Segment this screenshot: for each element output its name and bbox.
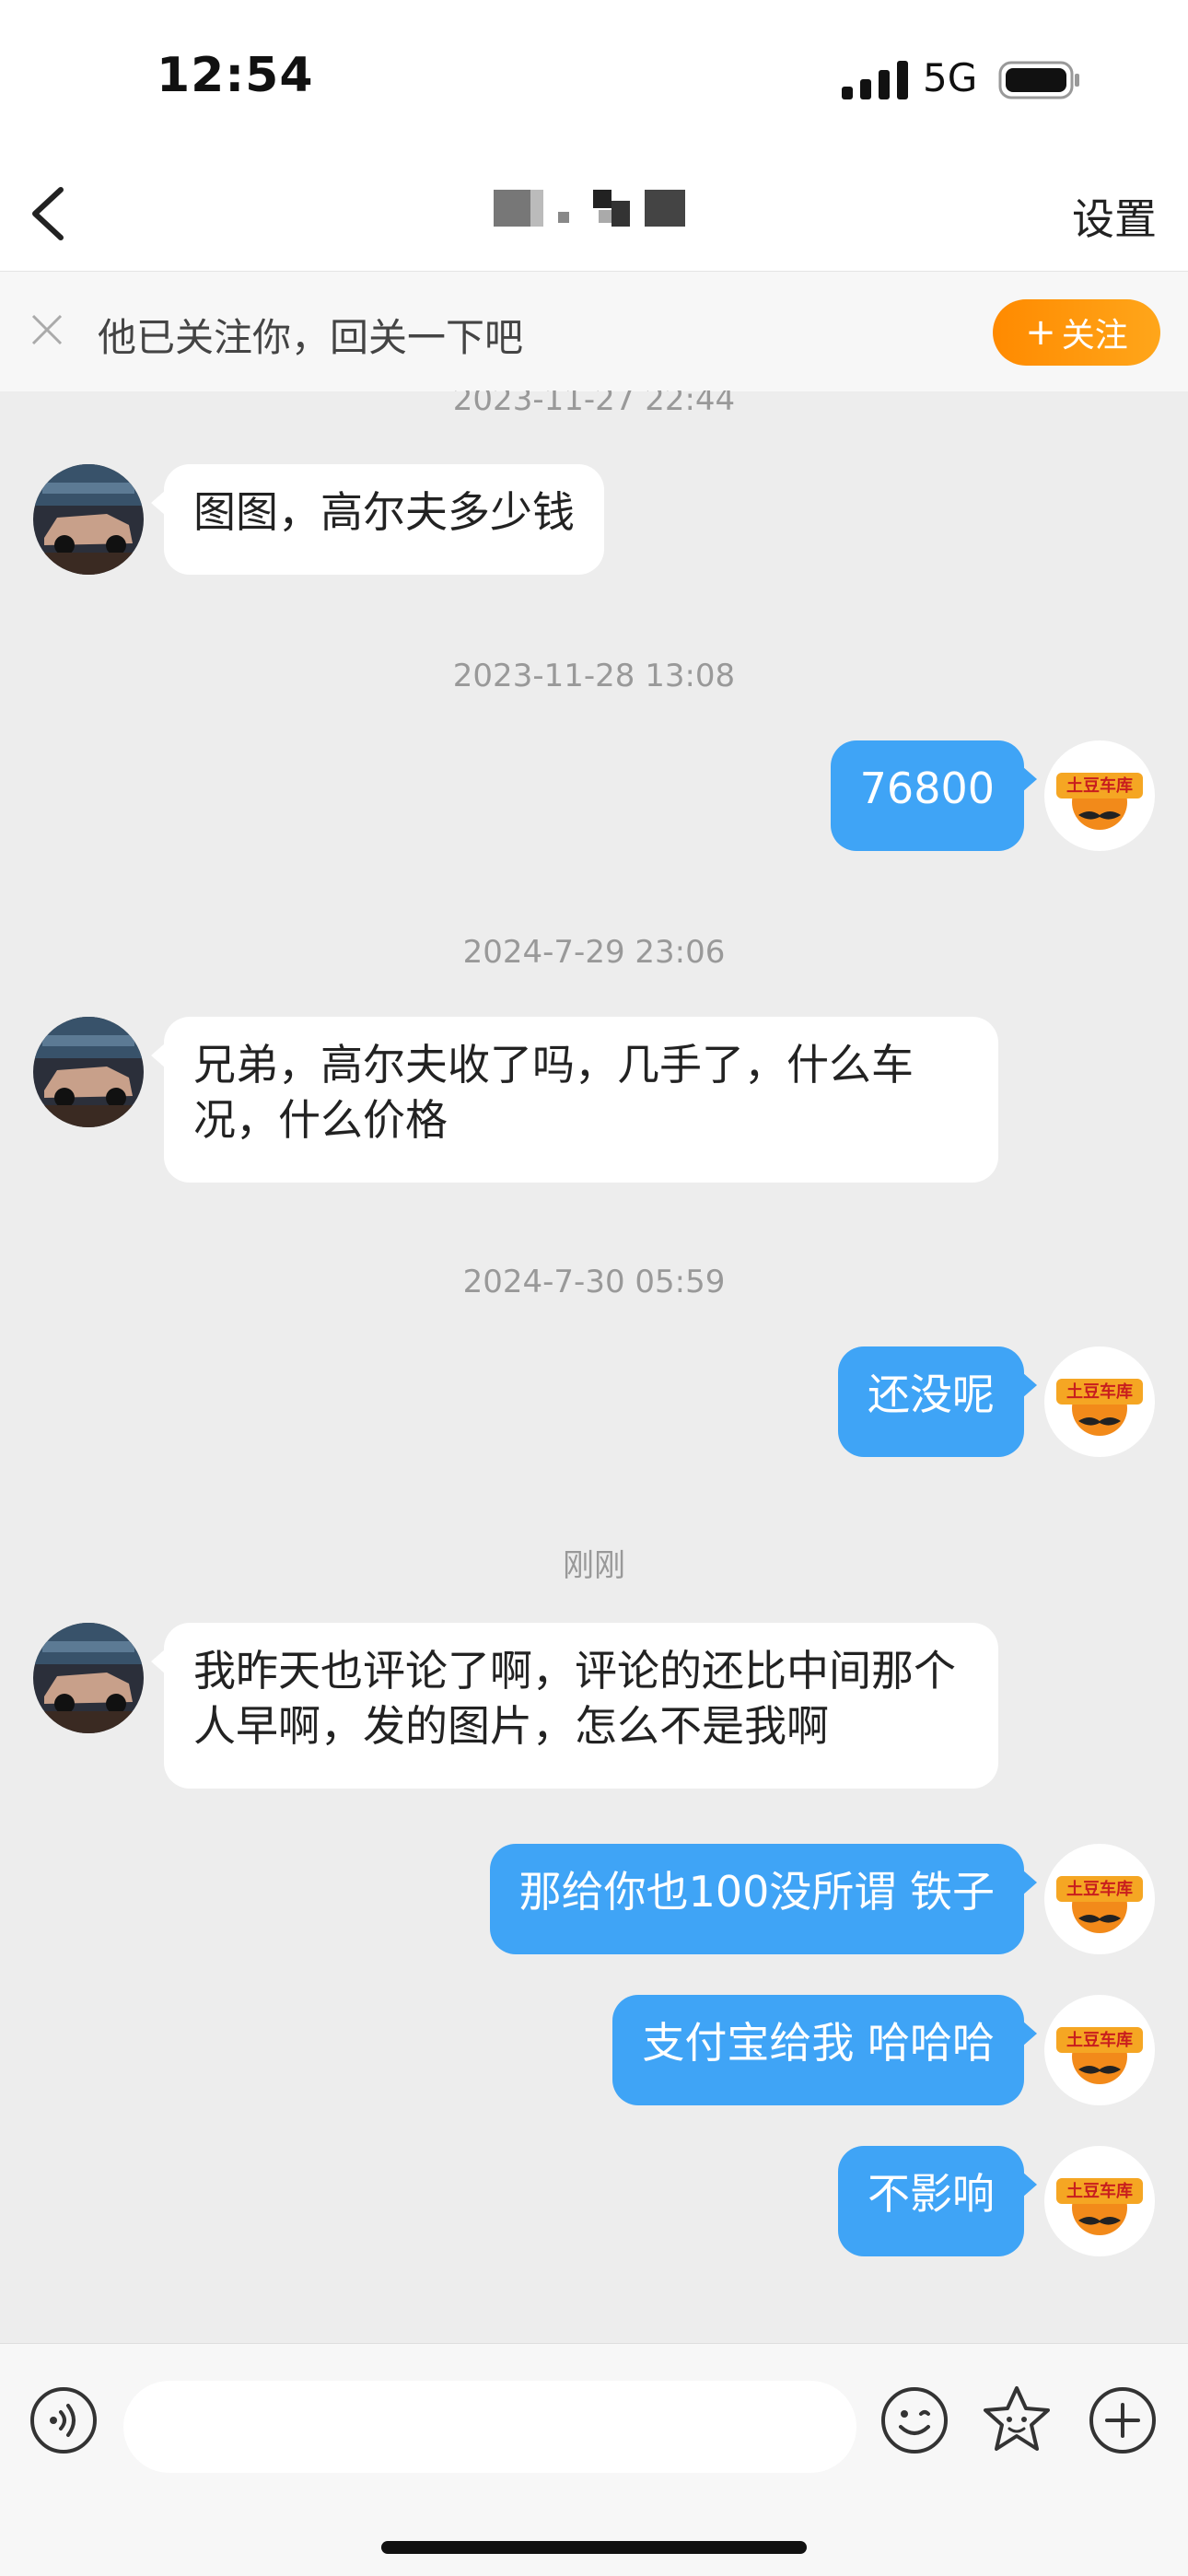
cellular-signal-icon (842, 61, 908, 99)
message-input[interactable] (123, 2381, 856, 2473)
my-avatar[interactable]: 土豆车库 (1044, 1346, 1155, 1457)
message-timestamp: 2024-7-29 23:06 (462, 934, 726, 971)
sticker-icon[interactable] (980, 2383, 1054, 2456)
contact-avatar[interactable] (33, 1623, 144, 1733)
incoming-message[interactable]: 兄弟，高尔夫收了吗，几手了，什么车况，什么价格 (151, 1017, 998, 1183)
outgoing-message[interactable]: 那给你也100没所谓 铁子 (489, 1844, 1038, 1954)
my-avatar[interactable]: 土豆车库 (1044, 2146, 1155, 2256)
message-input-bar (0, 2343, 1188, 2576)
follow-button-label: 关注 (1061, 317, 1128, 355)
emoji-icon[interactable] (880, 2386, 949, 2454)
home-indicator (381, 2541, 807, 2554)
my-avatar[interactable]: 土豆车库 (1044, 740, 1155, 851)
blurred-contact-name (494, 190, 685, 227)
more-options-icon[interactable] (1089, 2386, 1157, 2454)
message-timestamp: 2023-11-28 13:08 (452, 658, 736, 694)
voice-input-icon[interactable] (29, 2386, 98, 2454)
outgoing-message[interactable]: 还没呢 (838, 1346, 1037, 1457)
status-time: 12:54 (157, 48, 314, 103)
contact-avatar[interactable] (33, 464, 144, 575)
outgoing-message[interactable]: 支付宝给我 哈哈哈 (612, 1995, 1037, 2105)
contact-avatar[interactable] (33, 1017, 144, 1127)
follow-back-button[interactable]: + 关注 (993, 299, 1160, 366)
close-icon[interactable] (28, 310, 66, 349)
message-timestamp: 2023-11-27 22:44 (452, 390, 736, 418)
outgoing-message[interactable]: 76800 (830, 740, 1038, 851)
status-bar: 12:54 5G (0, 0, 1188, 147)
avatar-logo-text: 土豆车库 (1066, 2181, 1133, 2201)
avatar-logo-text: 土豆车库 (1066, 1381, 1133, 1402)
follow-back-prompt: 他已关注你，回关一下吧 (98, 315, 524, 360)
message-timestamp: 2024-7-30 05:59 (462, 1264, 726, 1300)
settings-button[interactable]: 设置 (1072, 186, 1157, 247)
avatar-logo-text: 土豆车库 (1066, 1879, 1133, 1899)
battery-icon (998, 61, 1079, 99)
my-avatar[interactable]: 土豆车库 (1044, 1844, 1155, 1954)
network-type: 5G (923, 55, 978, 100)
incoming-message[interactable]: 我昨天也评论了啊，评论的还比中间那个人早啊，发的图片，怎么不是我啊 (151, 1623, 998, 1789)
chat-header: 设置 (0, 147, 1188, 271)
incoming-message[interactable]: 图图，高尔夫多少钱 (151, 464, 604, 575)
avatar-logo-text: 土豆车库 (1066, 775, 1133, 796)
my-avatar[interactable]: 土豆车库 (1044, 1995, 1155, 2105)
plus-icon: + (1025, 311, 1056, 354)
avatar-logo-text: 土豆车库 (1066, 2030, 1133, 2050)
message-timestamp: 刚刚 (563, 1547, 625, 1584)
message-list[interactable]: 2023-11-27 22:44 图图，高尔夫多少钱 2023-11-28 13… (0, 390, 1188, 2343)
follow-back-banner: 他已关注你，回关一下吧 + 关注 (0, 271, 1188, 391)
back-arrow-icon[interactable] (26, 184, 72, 243)
outgoing-message[interactable]: 不影响 (838, 2146, 1037, 2256)
